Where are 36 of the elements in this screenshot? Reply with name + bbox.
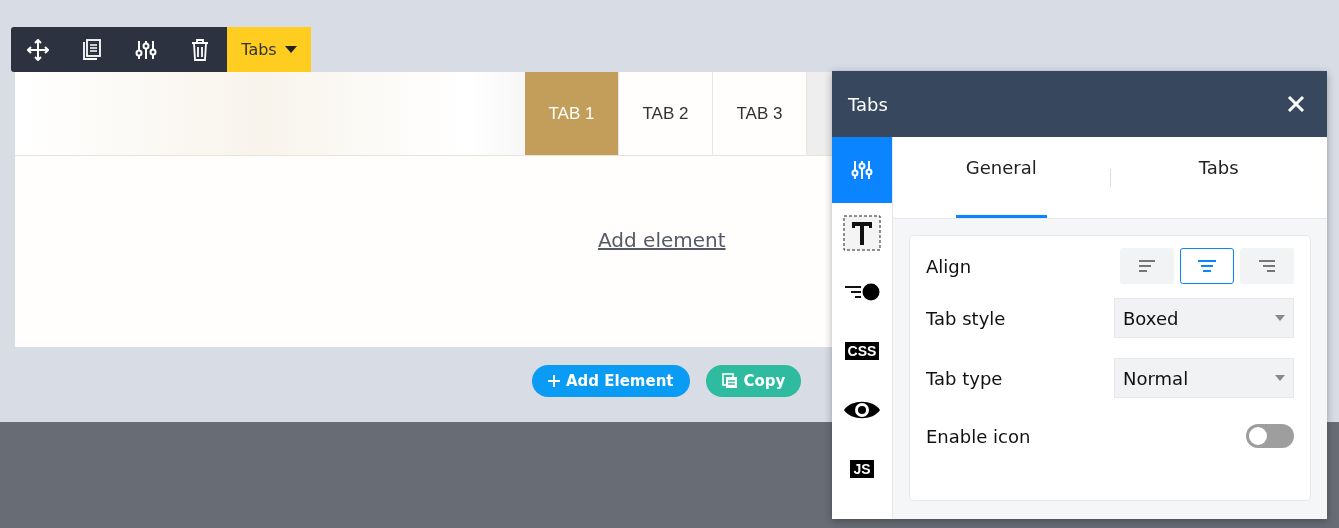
move-arrows-icon <box>27 38 49 61</box>
tab-style-label: Tab style <box>926 307 1006 329</box>
tab-style-select[interactable]: Boxed <box>1114 298 1294 338</box>
caret-icon <box>1275 315 1285 321</box>
align-option[interactable] <box>1240 248 1294 284</box>
close-button[interactable] <box>1287 95 1305 113</box>
enable-icon-toggle[interactable] <box>1246 424 1294 448</box>
align-label: Align <box>926 255 972 277</box>
text-box-icon <box>843 214 881 251</box>
tab[interactable]: TAB 2 <box>619 72 713 155</box>
caret-icon <box>1275 375 1285 381</box>
align-center-icon <box>1197 260 1217 272</box>
panel-tab[interactable]: General <box>893 137 1110 218</box>
tab-type-label: Tab type <box>926 367 1003 389</box>
element-type-dropdown[interactable]: Tabs <box>227 27 311 72</box>
copy-icon <box>721 373 738 389</box>
caret-icon <box>284 46 297 53</box>
copy-icon <box>82 38 102 61</box>
add-element-link[interactable]: Add element <box>598 228 726 254</box>
align-option[interactable] <box>1120 248 1174 284</box>
js-tab[interactable]: JS <box>832 439 892 498</box>
panel-tab[interactable]: Tabs <box>1110 137 1327 218</box>
align-right-icon <box>1257 260 1277 272</box>
plus-icon <box>548 375 560 387</box>
css-tab[interactable]: CSS <box>832 321 892 380</box>
sliders-icon <box>135 38 157 61</box>
align-left-icon <box>1137 260 1157 272</box>
tab-type-select[interactable]: Normal <box>1114 358 1294 398</box>
align-option[interactable] <box>1180 248 1234 284</box>
panel-title: Tabs <box>848 93 888 115</box>
settings-tab[interactable] <box>832 137 892 203</box>
tab[interactable]: TAB 3 <box>713 72 807 155</box>
sliders-icon <box>851 159 873 181</box>
trash-icon <box>191 38 209 61</box>
enable-icon-label: Enable icon <box>926 425 1031 447</box>
motion-dot-icon <box>843 282 881 301</box>
